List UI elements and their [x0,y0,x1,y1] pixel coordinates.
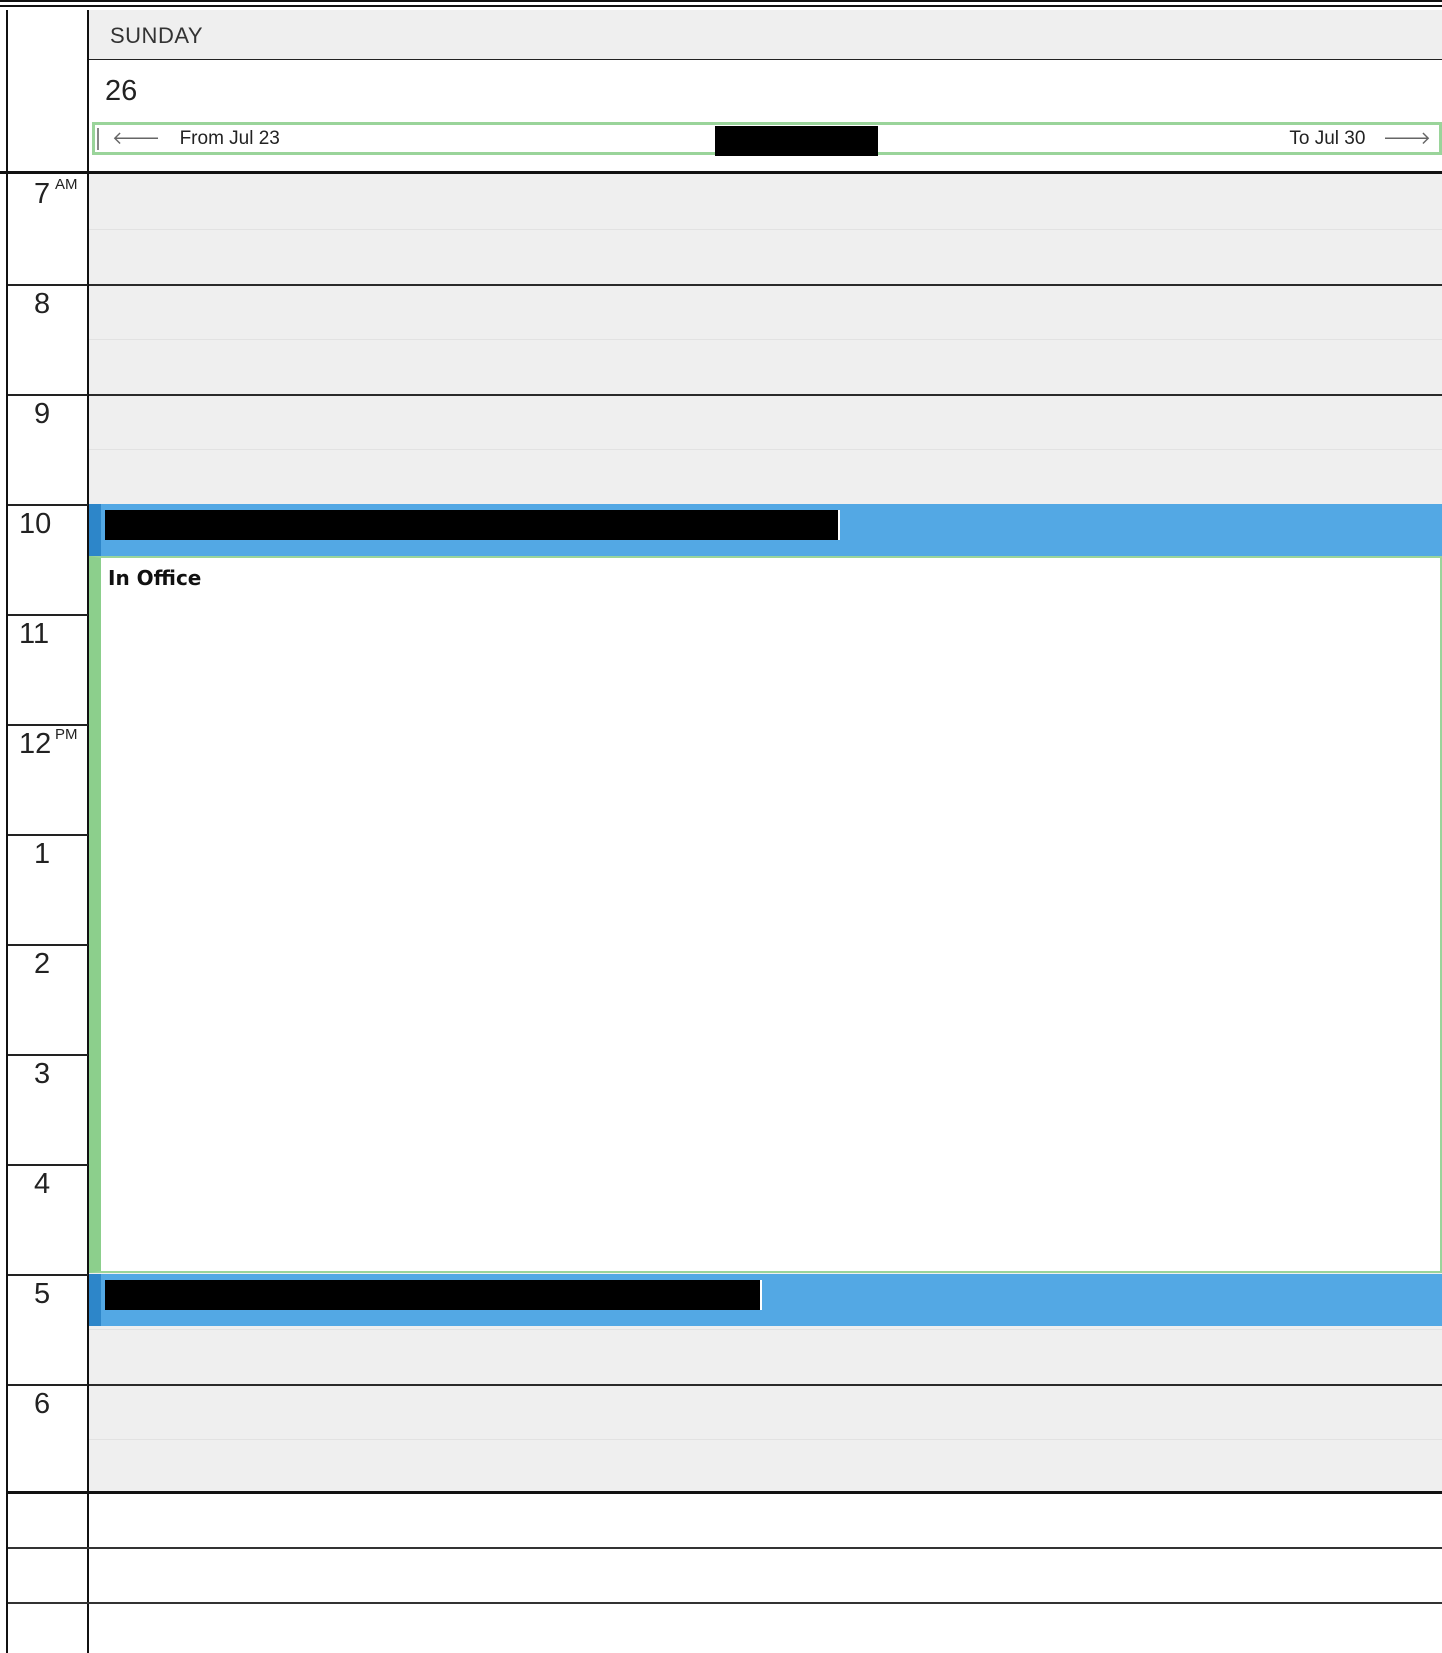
time-slot[interactable] [89,174,1442,229]
all-day-navigation-bar: 🡐 From Jul 23 To Jul 30 🡒 [92,122,1442,156]
hour-separator [8,834,88,836]
redacted-all-day-item[interactable] [715,126,878,156]
hour-label: 6 [34,1388,51,1420]
row-divider [8,1547,1442,1549]
appointment-in-office[interactable]: In Office [89,556,1442,1273]
hour-separator [8,1274,88,1276]
time-slot[interactable] [89,1384,1442,1439]
appointment-title: In Office [108,566,202,590]
hour-label: 5 [34,1278,51,1310]
arrow-left-icon: 🡐 [112,128,161,148]
redacted-appointment-title [105,510,840,540]
arrow-right-icon: 🡒 [1382,128,1431,148]
grid-bottom-border [8,1491,1442,1494]
hour-separator [8,1054,88,1056]
day-number[interactable]: 26 [89,60,1442,122]
hour-separator [8,614,88,616]
time-slot[interactable] [89,339,1442,394]
hour-separator [8,1384,88,1386]
hour-separator [8,284,88,286]
redacted-appointment-title [105,1280,762,1310]
time-slot[interactable] [89,284,1442,339]
appointment-10am[interactable] [89,504,1442,556]
day-name-header[interactable]: SUNDAY [89,10,1442,60]
hour-label: 4 [34,1168,51,1200]
time-slot[interactable] [89,394,1442,449]
nav-marker [97,128,99,150]
hour-label: 9 [34,398,51,430]
next-appointment-label: To Jul 30 [1289,128,1366,149]
appointment-5pm[interactable] [89,1274,1442,1326]
hour-label: 1 [34,838,51,870]
top-border-inner [0,5,1442,7]
top-border [0,0,1442,2]
hour-separator [8,394,88,396]
hour-label: 11 [19,618,50,650]
time-slot[interactable] [89,1439,1442,1494]
next-appointment-button[interactable]: To Jul 30 🡒 [1289,125,1431,152]
hour-separator [8,1164,88,1166]
time-slot[interactable] [89,1329,1442,1384]
hour-label: 8 [34,288,51,320]
time-slot[interactable] [89,449,1442,504]
meridiem-label: PM [55,726,78,743]
time-slot[interactable] [89,229,1442,284]
hour-separator [8,944,88,946]
hour-label: 12 [19,728,52,760]
hour-separator [8,504,88,506]
hour-label: 10 [19,508,52,540]
previous-appointment-label: From Jul 23 [179,128,280,149]
hour-label: 7 [34,178,51,210]
meridiem-label: AM [55,176,78,193]
left-border [6,10,8,1653]
hour-label: 2 [34,948,51,980]
previous-appointment-button[interactable]: 🡐 From Jul 23 [112,125,280,152]
row-divider [8,1602,1442,1604]
hour-label: 3 [34,1058,51,1090]
